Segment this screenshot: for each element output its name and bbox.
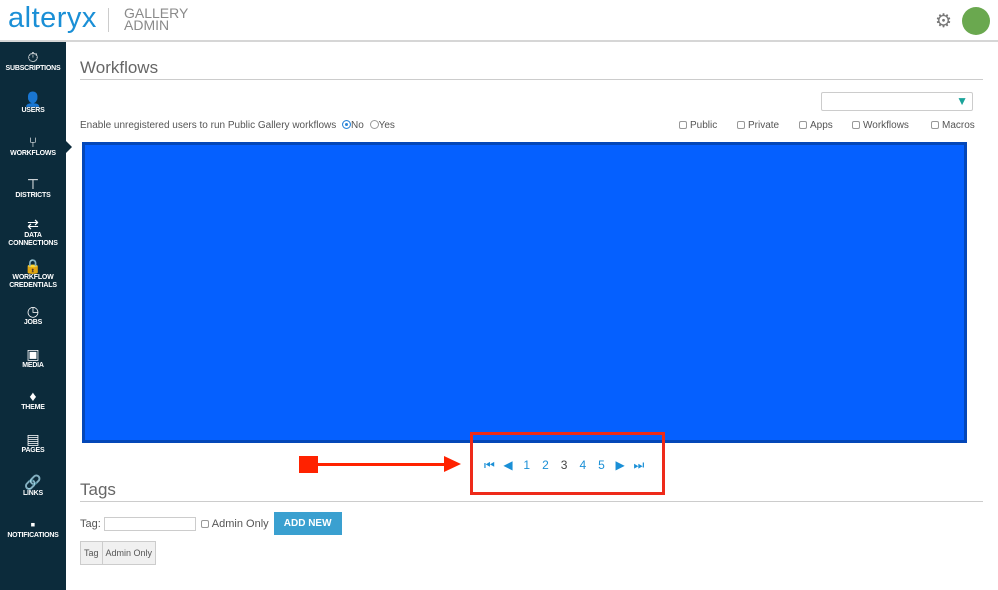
sidebar-item-data-connections[interactable]: ⇄DATA CONNECTIONS: [0, 217, 66, 248]
column-admin-only[interactable]: Admin Only: [102, 542, 156, 564]
enable-label: Enable unregistered users to run Public …: [80, 120, 336, 131]
sidebar-item-links[interactable]: 🔗LINKS: [0, 475, 66, 498]
enable-unregistered-setting: Enable unregistered users to run Public …: [80, 120, 395, 131]
stopwatch-icon: ⏱: [0, 50, 66, 65]
sidebar-item-label: DISTRICTS: [0, 192, 66, 200]
pagination: ⏮ ◀ 1 2 3 4 5 ▶ ⏭: [480, 458, 648, 473]
last-page-icon[interactable]: ⏭: [630, 458, 649, 473]
header: alteryx GALLERYADMIN ⚙: [0, 0, 998, 42]
next-page-icon[interactable]: ▶: [611, 458, 630, 473]
annotation-marker: [299, 456, 318, 473]
tag-input[interactable]: [104, 517, 196, 531]
active-indicator: [66, 141, 72, 153]
page-title: Workflows: [80, 58, 983, 80]
page-1[interactable]: 1: [517, 458, 536, 473]
checkbox[interactable]: [852, 121, 860, 129]
sidebar-item-jobs[interactable]: ◷JOBS: [0, 304, 66, 327]
radio-yes-label: Yes: [379, 120, 395, 131]
avatar[interactable]: [962, 7, 990, 35]
sidebar: ⏱SUBSCRIPTIONS 👤USERS ⑂WORKFLOWS ⊤DISTRICTS…: [0, 42, 66, 590]
sidebar-item-label: NOTIFICATIONS: [0, 532, 66, 540]
pages-icon: ▤: [0, 432, 66, 447]
filter-macros[interactable]: Macros: [931, 120, 975, 131]
checkbox[interactable]: [931, 121, 939, 129]
sidebar-item-label: JOBS: [0, 319, 66, 327]
sidebar-item-media[interactable]: ▣MEDIA: [0, 347, 66, 370]
branch-icon: ⑂: [0, 135, 66, 150]
media-icon: ▣: [0, 347, 66, 362]
sidebar-item-label: MEDIA: [0, 362, 66, 370]
product-name: GALLERYADMIN: [124, 7, 188, 31]
sidebar-item-districts[interactable]: ⊤DISTRICTS: [0, 177, 66, 200]
sidebar-item-label: WORKFLOWS: [0, 150, 66, 158]
lock-icon: 🔒: [0, 259, 66, 274]
sidebar-item-subscriptions[interactable]: ⏱SUBSCRIPTIONS: [0, 50, 66, 73]
link-icon: 🔗: [0, 475, 66, 490]
sidebar-item-label: SUBSCRIPTIONS: [0, 65, 66, 73]
sidebar-item-label: LINKS: [0, 490, 66, 498]
gear-icon[interactable]: ⚙: [935, 10, 952, 33]
annotation-arrow: [318, 463, 446, 466]
radio-no[interactable]: [342, 120, 351, 129]
filter-label: Apps: [810, 120, 833, 131]
divider: [108, 8, 109, 32]
palette-icon: ♦: [0, 389, 66, 404]
first-page-icon[interactable]: ⏮: [480, 458, 499, 473]
signpost-icon: ⊤: [0, 177, 66, 192]
sidebar-item-workflows[interactable]: ⑂WORKFLOWS: [0, 135, 66, 158]
filter-apps[interactable]: Apps: [799, 120, 833, 131]
filter-private[interactable]: Private: [737, 120, 779, 131]
filter-label: Macros: [942, 120, 975, 131]
page-3-current: 3: [555, 458, 574, 473]
annotation-arrowhead: [444, 456, 461, 472]
sidebar-item-workflow-credentials[interactable]: 🔒WORKFLOW CREDENTIALS: [0, 259, 66, 290]
add-new-button[interactable]: ADD NEW: [274, 512, 342, 535]
alteryx-logo[interactable]: alteryx: [8, 2, 97, 35]
filter-label: Private: [748, 120, 779, 131]
page-5[interactable]: 5: [592, 458, 611, 473]
sidebar-item-label: THEME: [0, 404, 66, 412]
tag-form: Tag: Admin Only ADD NEW: [80, 512, 342, 535]
filter-public[interactable]: Public: [679, 120, 717, 131]
workflow-list-redacted: [82, 142, 967, 443]
swap-arrows-icon: ⇄: [0, 217, 66, 232]
filter-workflows[interactable]: Workflows: [852, 120, 909, 131]
sidebar-item-theme[interactable]: ♦THEME: [0, 389, 66, 412]
prev-page-icon[interactable]: ◀: [499, 458, 518, 473]
radio-no-label: No: [351, 120, 364, 131]
sidebar-item-users[interactable]: 👤USERS: [0, 92, 66, 115]
search-input[interactable]: ▼: [821, 92, 973, 111]
clock-icon: ◷: [0, 304, 66, 319]
page-2[interactable]: 2: [536, 458, 555, 473]
radio-yes[interactable]: [370, 120, 379, 129]
sidebar-item-label: DATA CONNECTIONS: [0, 232, 66, 248]
tags-title: Tags: [80, 480, 983, 502]
sidebar-item-label: PAGES: [0, 447, 66, 455]
checkbox[interactable]: [799, 121, 807, 129]
page-4[interactable]: 4: [573, 458, 592, 473]
tag-label: Tag:: [80, 518, 101, 530]
filter-icon[interactable]: ▼: [956, 94, 968, 108]
checkbox[interactable]: [679, 121, 687, 129]
filter-label: Public: [690, 120, 717, 131]
checkbox[interactable]: [737, 121, 745, 129]
admin-only-label: Admin Only: [212, 518, 269, 530]
chat-icon: ▪: [0, 517, 66, 532]
sidebar-item-label: WORKFLOW CREDENTIALS: [0, 274, 66, 290]
filter-label: Workflows: [863, 120, 909, 131]
user-icon: 👤: [0, 92, 66, 107]
sidebar-item-notifications[interactable]: ▪NOTIFICATIONS: [0, 517, 66, 540]
admin-only-checkbox[interactable]: [201, 520, 209, 528]
sidebar-item-label: USERS: [0, 107, 66, 115]
sidebar-item-pages[interactable]: ▤PAGES: [0, 432, 66, 455]
column-tag[interactable]: Tag: [81, 542, 102, 564]
tags-table-header: Tag Admin Only: [80, 541, 156, 565]
